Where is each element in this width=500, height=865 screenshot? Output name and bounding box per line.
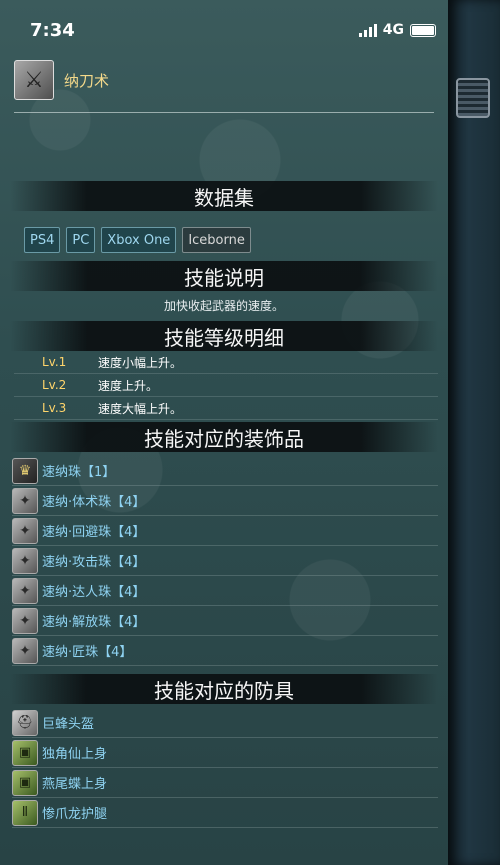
decoration-name[interactable]: 速纳·体术珠【4】	[42, 491, 145, 510]
armor-name[interactable]: 惨爪龙护腿	[42, 803, 107, 822]
signal-icon	[358, 23, 377, 37]
decoration-item[interactable]: ♛ 速纳珠【1】	[12, 456, 438, 486]
decoration-name[interactable]: 速纳·攻击珠【4】	[42, 551, 145, 570]
platform-chip-ps4[interactable]: PS4	[24, 227, 61, 253]
clock: 7:34	[30, 19, 75, 41]
gem-icon: ✦	[12, 637, 38, 664]
level-row: Lv.3 速度大幅上升。	[14, 397, 438, 420]
skill-header: ⚔ 纳刀术	[0, 60, 448, 100]
armor-name[interactable]: 燕尾蝶上身	[42, 773, 107, 792]
level-label: Lv.1	[42, 355, 67, 369]
decoration-name[interactable]: 速纳·匠珠【4】	[42, 641, 132, 660]
level-text: 速度大幅上升。	[98, 401, 183, 416]
armor-name[interactable]: 独角仙上身	[42, 743, 107, 762]
level-label: Lv.3	[42, 401, 67, 415]
platform-chip-iceborne[interactable]: Iceborne	[182, 227, 251, 253]
trophy-icon: ♛	[12, 457, 38, 484]
gem-icon: ✦	[12, 577, 38, 604]
helmet-icon: ⛑	[12, 709, 38, 736]
level-row: Lv.2 速度上升。	[14, 374, 438, 397]
level-label: Lv.2	[42, 378, 67, 392]
level-text: 速度上升。	[98, 378, 159, 393]
skill-panel: 7:34 4G ⚔ 纳刀术 数据集 PS4 PC Xbox One Icebor…	[0, 0, 448, 865]
decoration-item[interactable]: ✦ 速纳·体术珠【4】	[12, 486, 438, 516]
network-label: 4G	[382, 22, 404, 38]
skill-description: 加快收起武器的速度。	[163, 299, 284, 313]
gem-icon: ✦	[12, 547, 38, 574]
decoration-item[interactable]: ✦ 速纳·达人珠【4】	[12, 576, 438, 606]
decoration-name[interactable]: 速纳珠【1】	[42, 461, 115, 480]
decoration-item[interactable]: ✦ 速纳·回避珠【4】	[12, 516, 438, 546]
platform-list: PS4 PC Xbox One Iceborne	[0, 227, 448, 253]
level-row: Lv.1 速度小幅上升。	[14, 351, 438, 374]
armor-item[interactable]: Ⅱ 惨爪龙护腿	[12, 798, 438, 828]
armor-item[interactable]: ⛑ 巨蜂头盔	[12, 708, 438, 738]
decoration-name[interactable]: 速纳·回避珠【4】	[42, 521, 145, 540]
section-level-detail: 技能等级明细	[10, 321, 438, 351]
qr-code-icon	[456, 78, 490, 118]
chest-icon: ▣	[12, 739, 38, 766]
section-skill-desc: 技能说明	[10, 261, 438, 291]
platform-chip-xbox[interactable]: Xbox One	[101, 227, 177, 253]
status-indicators: 4G	[358, 22, 436, 38]
armor-name[interactable]: 巨蜂头盔	[42, 713, 94, 732]
section-armor: 技能对应的防具	[10, 674, 438, 704]
legs-icon: Ⅱ	[12, 799, 38, 826]
section-decorations: 技能对应的装饰品	[10, 422, 438, 452]
gem-icon: ✦	[12, 487, 38, 514]
chest-icon: ▣	[12, 769, 38, 796]
skill-title: 纳刀术	[64, 71, 110, 90]
battery-icon	[410, 23, 436, 37]
armor-item[interactable]: ▣ 独角仙上身	[12, 738, 438, 768]
gem-icon: ✦	[12, 607, 38, 634]
status-bar: 7:34 4G	[0, 0, 448, 60]
level-text: 速度小幅上升。	[98, 355, 183, 370]
platform-chip-pc[interactable]: PC	[66, 227, 96, 253]
skill-icon: ⚔	[14, 60, 54, 100]
side-edge	[448, 0, 500, 865]
armor-item[interactable]: ▣ 燕尾蝶上身	[12, 768, 438, 798]
decoration-item[interactable]: ✦ 速纳·匠珠【4】	[12, 636, 438, 666]
decoration-item[interactable]: ✦ 速纳·解放珠【4】	[12, 606, 438, 636]
decoration-item[interactable]: ✦ 速纳·攻击珠【4】	[12, 546, 438, 576]
decoration-name[interactable]: 速纳·解放珠【4】	[42, 611, 145, 630]
gem-icon: ✦	[12, 517, 38, 544]
section-dataset: 数据集	[10, 181, 438, 211]
decoration-name[interactable]: 速纳·达人珠【4】	[42, 581, 145, 600]
